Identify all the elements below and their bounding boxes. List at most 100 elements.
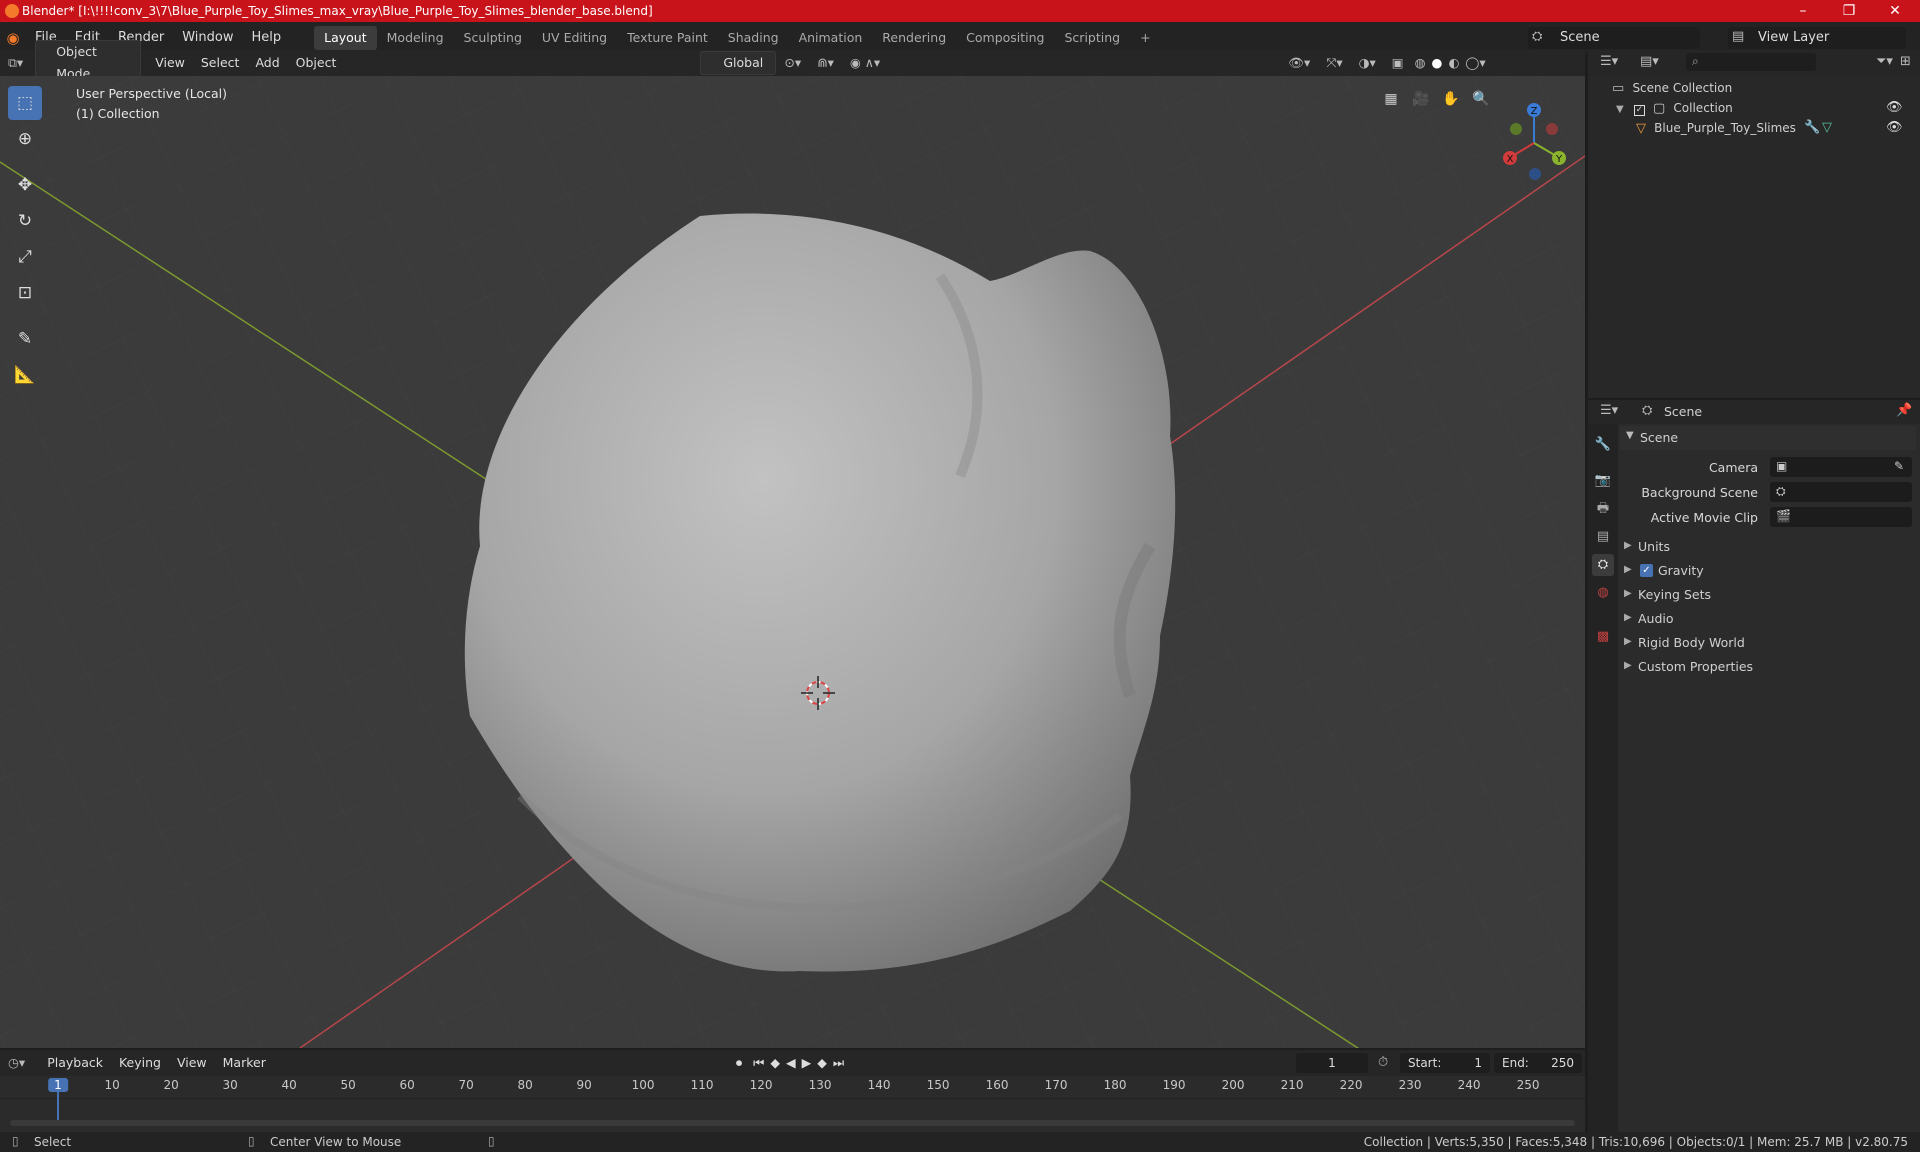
maximize-button[interactable]: ❐ bbox=[1826, 0, 1872, 22]
background-scene-field[interactable] bbox=[1770, 482, 1912, 502]
rendered-shading-icon[interactable]: ◯▾ bbox=[1462, 52, 1488, 74]
scene-panel-header[interactable]: ▼ Scene bbox=[1620, 426, 1916, 450]
marker-menu[interactable]: Marker bbox=[215, 1052, 274, 1074]
stopwatch-icon[interactable]: ⏱ bbox=[1378, 1055, 1388, 1070]
properties-editor-icon[interactable]: ☰▾ bbox=[1600, 403, 1618, 418]
start-frame-field[interactable]: Start: 1 bbox=[1400, 1053, 1490, 1073]
menu-add[interactable]: Add bbox=[247, 52, 287, 74]
scene-selector[interactable]: Scene bbox=[1528, 27, 1700, 49]
play-icon[interactable]: ▶ bbox=[799, 1052, 815, 1074]
timeline-view-menu[interactable]: View bbox=[169, 1052, 215, 1074]
prev-keyframe-icon[interactable]: ◆ bbox=[767, 1052, 783, 1074]
tab-scripting[interactable]: Scripting bbox=[1055, 26, 1131, 50]
timeline-editor-icon[interactable]: ◷▾ bbox=[0, 1052, 33, 1074]
filter-icon[interactable]: ⏷▾ bbox=[1876, 54, 1893, 69]
blender-menu-icon[interactable]: ◉ bbox=[0, 29, 26, 47]
tab-animation[interactable]: Animation bbox=[789, 26, 873, 50]
scale-tool-icon[interactable]: ⤢ bbox=[8, 240, 42, 274]
select-box-tool-icon[interactable]: ⬚ bbox=[8, 86, 42, 120]
scene-tab-icon[interactable]: ⛭ bbox=[1592, 554, 1614, 576]
transform-tool-icon[interactable]: ⊡ bbox=[8, 276, 42, 310]
next-keyframe-icon[interactable]: ◆ bbox=[814, 1052, 830, 1074]
end-frame-field[interactable]: End: 250 bbox=[1494, 1053, 1582, 1073]
annotate-tool-icon[interactable]: ✎ bbox=[8, 322, 42, 356]
collection-visibility-icon[interactable]: 👁 bbox=[1886, 98, 1903, 118]
visibility-icon[interactable]: 👁▾ bbox=[1280, 52, 1318, 74]
section-audio[interactable]: ▶ Audio bbox=[1620, 609, 1916, 631]
tab-modeling[interactable]: Modeling bbox=[377, 26, 454, 50]
camera-view-icon[interactable]: 🎥 bbox=[1408, 86, 1434, 112]
material-shading-icon[interactable]: ◐ bbox=[1445, 52, 1462, 74]
measure-tool-icon[interactable]: 📐 bbox=[8, 358, 42, 392]
tab-rendering[interactable]: Rendering bbox=[872, 26, 956, 50]
snap-icon[interactable]: ⋒▾ bbox=[809, 52, 842, 74]
grid-view-icon[interactable]: ▦ bbox=[1378, 86, 1404, 112]
rotate-tool-icon[interactable]: ↻ bbox=[8, 204, 42, 238]
tree-row-collection[interactable]: ▼ ✓ ▢ Collection 👁 bbox=[1616, 98, 1916, 118]
modifier-icon[interactable]: 🔧 bbox=[1804, 118, 1820, 138]
expand-arrow-icon[interactable]: ▼ bbox=[1616, 104, 1624, 115]
section-keying-sets[interactable]: ▶ Keying Sets bbox=[1620, 585, 1916, 607]
orientation-dropdown[interactable]: Global bbox=[700, 51, 777, 75]
move-tool-icon[interactable]: ✥ bbox=[8, 168, 42, 202]
tab-layout[interactable]: Layout bbox=[314, 26, 377, 50]
section-custom-properties[interactable]: ▶ Custom Properties bbox=[1620, 657, 1916, 679]
tab-texture-paint[interactable]: Texture Paint bbox=[617, 26, 718, 50]
section-units[interactable]: ▶ Units bbox=[1620, 537, 1916, 559]
play-reverse-icon[interactable]: ◀ bbox=[783, 1052, 799, 1074]
close-button[interactable]: ✕ bbox=[1872, 0, 1918, 22]
pivot-icon[interactable]: ⊙▾ bbox=[776, 52, 809, 74]
gravity-checkbox[interactable]: ✓ bbox=[1640, 564, 1653, 577]
zoom-icon[interactable]: 🔍 bbox=[1468, 86, 1494, 112]
world-tab-icon[interactable]: ◍ bbox=[1592, 582, 1614, 604]
texture-tab-icon[interactable]: ▩ bbox=[1592, 626, 1614, 648]
solid-shading-icon[interactable]: ● bbox=[1429, 52, 1446, 74]
keying-menu[interactable]: Keying bbox=[111, 1052, 169, 1074]
menu-object[interactable]: Object bbox=[288, 52, 345, 74]
wireframe-shading-icon[interactable]: ◍ bbox=[1412, 52, 1429, 74]
cursor-tool-icon[interactable]: ⊕ bbox=[8, 122, 42, 156]
playback-menu[interactable]: Playback bbox=[39, 1052, 111, 1074]
3d-viewport[interactable]: Z Y X bbox=[0, 76, 1585, 1048]
timeline-scrollbar[interactable] bbox=[10, 1120, 1575, 1126]
section-gravity[interactable]: ▶ ✓ Gravity bbox=[1620, 561, 1916, 583]
jump-end-icon[interactable]: ⏭ bbox=[830, 1052, 847, 1074]
outliner-search-input[interactable] bbox=[1686, 53, 1816, 71]
tool-tab-icon[interactable]: 🔧 bbox=[1592, 434, 1614, 456]
record-icon[interactable]: ⏺ bbox=[728, 1052, 750, 1074]
minimize-button[interactable]: – bbox=[1780, 0, 1826, 22]
xray-icon[interactable]: ▣ bbox=[1384, 52, 1412, 74]
movie-clip-field[interactable] bbox=[1770, 507, 1912, 527]
camera-field[interactable] bbox=[1770, 457, 1912, 477]
output-tab-icon[interactable]: 🖶 bbox=[1592, 498, 1614, 520]
tab-sculpting[interactable]: Sculpting bbox=[454, 26, 532, 50]
collection-checkbox[interactable]: ✓ bbox=[1633, 105, 1645, 116]
pan-hand-icon[interactable]: ✋ bbox=[1438, 86, 1464, 112]
menu-view[interactable]: View bbox=[147, 52, 193, 74]
render-tab-icon[interactable]: 📷 bbox=[1592, 470, 1614, 492]
tab-shading[interactable]: Shading bbox=[718, 26, 789, 50]
outliner-header: ☰▾ ▤▾ ⌕ ⏷▾ ⊞ bbox=[1588, 50, 1920, 76]
overlay-toggle-icon[interactable]: ◑▾ bbox=[1351, 52, 1384, 74]
view-layer-selector[interactable]: View Layer bbox=[1728, 27, 1906, 49]
eyedropper-icon[interactable]: ✎ bbox=[1894, 459, 1904, 473]
tab-uv-editing[interactable]: UV Editing bbox=[532, 26, 617, 50]
display-mode-icon[interactable]: ▤▾ bbox=[1640, 54, 1659, 69]
current-frame-field[interactable]: 1 bbox=[1296, 1053, 1368, 1073]
add-workspace-button[interactable]: + bbox=[1130, 26, 1160, 50]
jump-start-icon[interactable]: ⏮ bbox=[750, 1052, 767, 1074]
outliner-editor-icon[interactable]: ☰▾ bbox=[1600, 54, 1618, 69]
tree-row-object[interactable]: ▽ Blue_Purple_Toy_Slimes 🔧 ▽ 👁 bbox=[1636, 118, 1916, 138]
gizmo-toggle-icon[interactable]: ⤧▾ bbox=[1318, 52, 1350, 74]
view-layer-tab-icon[interactable]: ▤ bbox=[1592, 526, 1614, 548]
proportional-edit-icon[interactable]: ◉ ∧▾ bbox=[842, 52, 888, 74]
menu-select[interactable]: Select bbox=[193, 52, 248, 74]
pin-icon[interactable]: 📌 bbox=[1896, 403, 1912, 418]
section-rigid-body-world[interactable]: ▶ Rigid Body World bbox=[1620, 633, 1916, 655]
tab-compositing[interactable]: Compositing bbox=[956, 26, 1054, 50]
tree-row-scene-collection[interactable]: ▭ Scene Collection bbox=[1612, 78, 1732, 98]
editor-type-icon[interactable]: ⧉▾ bbox=[0, 52, 31, 74]
mesh-data-icon[interactable]: ▽ bbox=[1822, 118, 1832, 138]
new-collection-icon[interactable]: ⊞ bbox=[1900, 54, 1911, 69]
object-visibility-icon[interactable]: 👁 bbox=[1886, 118, 1903, 138]
